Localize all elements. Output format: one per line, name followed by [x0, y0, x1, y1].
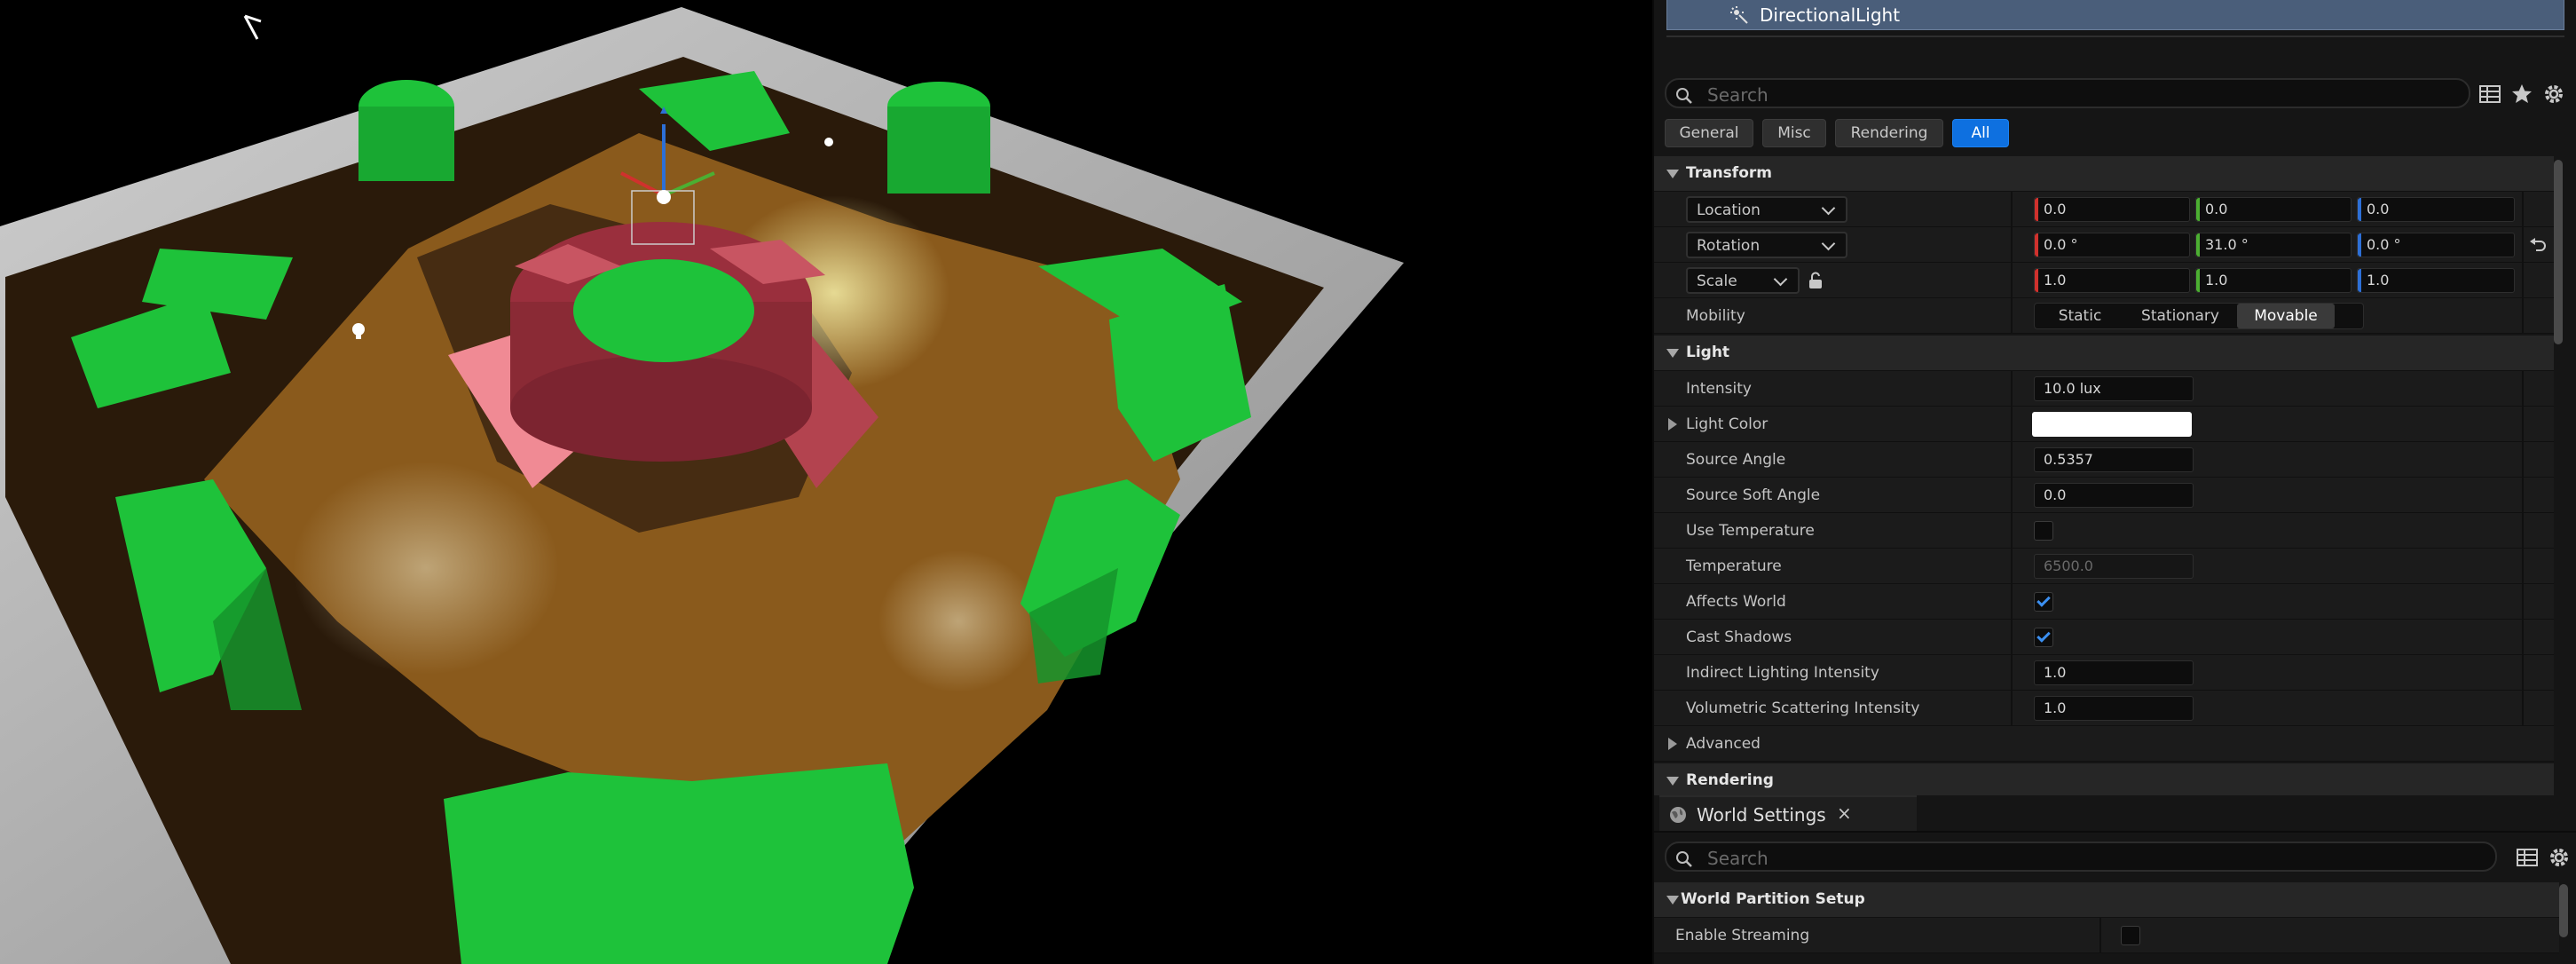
scale-y-field[interactable]: 1.0: [2195, 268, 2351, 293]
search-icon: [1676, 88, 1692, 104]
rendering-section-header[interactable]: Rendering: [1654, 763, 2554, 795]
table-view-icon[interactable]: [2478, 82, 2502, 107]
temperature-field[interactable]: 6500.0: [2034, 554, 2194, 579]
cast-shadows-checkbox[interactable]: [2034, 628, 2053, 647]
search-placeholder: Search: [1707, 84, 1769, 106]
globe-icon: [1670, 807, 1686, 823]
directional-light-icon: [1730, 6, 1748, 24]
mobility-row: Mobility Static Stationary Movable: [1654, 298, 2554, 334]
details-scrollbar[interactable]: [2554, 160, 2563, 344]
light-color-swatch[interactable]: [2032, 412, 2192, 437]
rotation-y-field[interactable]: 31.0 °: [2195, 233, 2351, 257]
collapse-arrow-icon: [1666, 777, 1679, 786]
advanced-row[interactable]: Advanced: [1654, 726, 2554, 762]
temperature-row: Temperature 6500.0: [1654, 549, 2554, 584]
source-soft-angle-row: Source Soft Angle 0.0: [1654, 478, 2554, 513]
world-settings-tab[interactable]: World Settings ×: [1659, 795, 1917, 831]
affects-world-checkbox[interactable]: [2034, 592, 2053, 612]
tab-divider: [1654, 831, 2576, 833]
reset-to-default-icon[interactable]: [2529, 237, 2547, 253]
location-x-field[interactable]: 0.0: [2034, 197, 2190, 222]
rotation-dropdown[interactable]: Rotation: [1686, 232, 1847, 258]
outliner-selected-row[interactable]: DirectionalLight: [1666, 0, 2564, 30]
unlock-icon[interactable]: [1807, 272, 1824, 289]
indirect-lighting-row: Indirect Lighting Intensity 1.0: [1654, 655, 2554, 691]
scale-row: Scale 1.0 1.0 1.0: [1654, 263, 2554, 298]
expand-arrow-icon[interactable]: [1668, 418, 1677, 431]
use-temperature-row: Use Temperature: [1654, 513, 2554, 549]
scale-x-field[interactable]: 1.0: [2034, 268, 2190, 293]
light-section-header[interactable]: Light: [1654, 336, 2554, 371]
table-view-icon[interactable]: [2515, 845, 2540, 870]
filter-misc-button[interactable]: Misc: [1762, 119, 1826, 147]
section-title: Transform: [1686, 164, 1772, 182]
light-color-row: Light Color: [1654, 407, 2554, 442]
chevron-down-icon: [1821, 236, 1836, 251]
collapse-arrow-icon: [1666, 170, 1679, 178]
filter-general-button[interactable]: General: [1665, 119, 1753, 147]
mobility-stationary-option[interactable]: Stationary: [2125, 304, 2235, 328]
filter-rendering-button[interactable]: Rendering: [1835, 119, 1943, 147]
use-temperature-checkbox[interactable]: [2034, 521, 2053, 541]
world-settings-search-input[interactable]: Search: [1665, 842, 2497, 872]
source-angle-field[interactable]: 0.5357: [2034, 447, 2194, 472]
checkmark-icon: [2036, 628, 2051, 643]
ground-light-bottom: [878, 550, 1038, 692]
outliner-item-label: DirectionalLight: [1760, 4, 1901, 26]
mobility-static-option[interactable]: Static: [2035, 304, 2125, 328]
ground-light-left: [293, 462, 559, 675]
chevron-down-icon: [1821, 201, 1836, 216]
section-title: Rendering: [1686, 771, 1774, 789]
world-partition-section-header[interactable]: World Partition Setup: [1654, 882, 2559, 918]
settings-gear-icon[interactable]: [2547, 845, 2572, 870]
mobility-label: Mobility: [1686, 307, 1745, 325]
affects-world-row: Affects World: [1654, 584, 2554, 620]
close-icon[interactable]: ×: [1837, 802, 1852, 824]
enable-streaming-checkbox[interactable]: [2121, 926, 2140, 945]
world-settings-panel: World Settings × Search World Partition …: [1652, 795, 2576, 964]
volumetric-scattering-field[interactable]: 1.0: [2034, 696, 2194, 721]
center-top: [573, 259, 754, 362]
expand-arrow-icon[interactable]: [1668, 738, 1677, 750]
search-icon: [1676, 851, 1692, 867]
scale-z-field[interactable]: 1.0: [2357, 268, 2515, 293]
chevron-down-icon: [1773, 272, 1788, 287]
location-dropdown[interactable]: Location: [1686, 196, 1847, 223]
collapse-arrow-icon: [1666, 349, 1679, 358]
details-panel: DirectionalLight Search General Misc Ren…: [1652, 0, 2576, 795]
search-placeholder: Search: [1707, 848, 1769, 869]
location-z-field[interactable]: 0.0: [2357, 197, 2515, 222]
indirect-lighting-field[interactable]: 1.0: [2034, 660, 2194, 685]
pointer-light-icon: [243, 14, 262, 40]
filter-all-button[interactable]: All: [1952, 119, 2009, 147]
details-search-input[interactable]: Search: [1665, 78, 2470, 108]
mobility-segmented-control[interactable]: Static Stationary Movable: [2034, 303, 2364, 329]
section-title: Light: [1686, 344, 1730, 361]
viewport-scene[interactable]: [0, 0, 1652, 964]
location-row: Location 0.0 0.0 0.0: [1654, 192, 2554, 227]
mobility-movable-option[interactable]: Movable: [2237, 304, 2335, 328]
collapse-arrow-icon: [1666, 896, 1679, 905]
location-y-field[interactable]: 0.0: [2195, 197, 2351, 222]
scale-dropdown[interactable]: Scale: [1686, 267, 1800, 294]
world-settings-tab-label: World Settings: [1697, 804, 1826, 826]
rotation-x-field[interactable]: 0.0 °: [2034, 233, 2190, 257]
favorite-star-icon[interactable]: [2509, 82, 2534, 107]
intensity-field[interactable]: 10.0 lux: [2034, 376, 2194, 401]
rotation-row: Rotation 0.0 ° 31.0 ° 0.0 °: [1654, 227, 2554, 263]
source-soft-angle-field[interactable]: 0.0: [2034, 483, 2194, 508]
source-angle-row: Source Angle 0.5357: [1654, 442, 2554, 478]
intensity-row: Intensity 10.0 lux: [1654, 371, 2554, 407]
outliner-separator: [1666, 36, 2564, 37]
world-settings-scrollbar[interactable]: [2559, 884, 2568, 937]
transform-section-header[interactable]: Transform: [1654, 156, 2554, 192]
settings-gear-icon[interactable]: [2541, 82, 2566, 107]
volumetric-scattering-row: Volumetric Scattering Intensity 1.0: [1654, 691, 2554, 726]
level-viewport[interactable]: [0, 0, 1652, 964]
checkmark-icon: [2036, 593, 2051, 607]
section-title: World Partition Setup: [1681, 890, 1865, 908]
enable-streaming-row: Enable Streaming: [1654, 918, 2559, 953]
rotation-z-field[interactable]: 0.0 °: [2357, 233, 2515, 257]
cast-shadows-row: Cast Shadows: [1654, 620, 2554, 655]
